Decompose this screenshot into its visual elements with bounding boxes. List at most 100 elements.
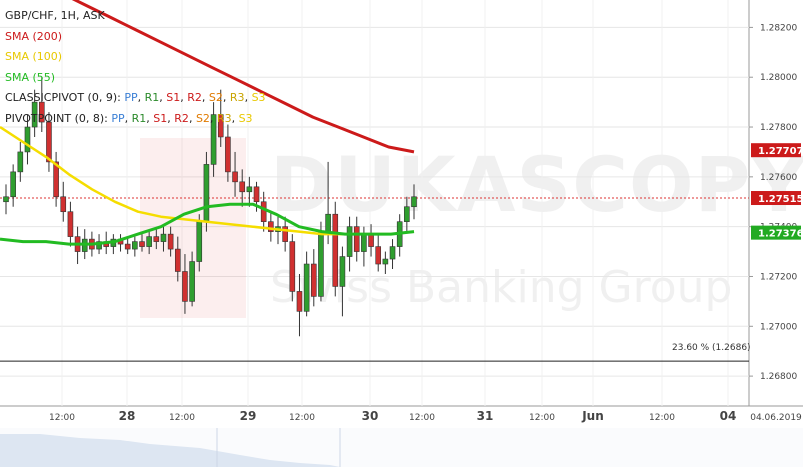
price-label-text: 1.27515 xyxy=(758,194,803,205)
candle-up xyxy=(389,246,396,260)
candle-up xyxy=(160,233,167,242)
candle-down xyxy=(260,201,267,222)
classic-pivot-name-r3: R3 xyxy=(229,91,245,104)
pivot-point-name-s3: S3 xyxy=(238,111,253,125)
x-tick-label: 04.06.2019 xyxy=(750,413,802,423)
candle-down xyxy=(353,226,360,252)
candle-down xyxy=(310,263,317,297)
x-tick-label: Jun xyxy=(581,409,604,423)
candle-down xyxy=(139,241,145,247)
pivot-point-name-r2: R2 xyxy=(174,111,189,125)
candle-down xyxy=(368,233,374,247)
candle-down xyxy=(67,211,74,237)
x-tick-label: 12:00 xyxy=(289,413,315,423)
classic-pivot-name-s3: S3 xyxy=(251,91,266,104)
candle-down xyxy=(296,291,303,312)
y-tick-label: 1.27000 xyxy=(760,322,797,332)
legend-symbol: GBP/CHF, 1H, ASK xyxy=(5,9,105,22)
chart-legend: GBP/CHF, 1H, ASK SMA (200) SMA (100) SMA… xyxy=(5,6,266,129)
legend-separator: , xyxy=(244,91,252,104)
candle-down xyxy=(124,243,131,250)
legend-sma55[interactable]: SMA (55) xyxy=(5,68,266,89)
candle-up xyxy=(196,221,203,262)
x-tick-label: 12:00 xyxy=(49,413,75,423)
pivot-point-name-r3: R3 xyxy=(216,111,232,125)
legend-classic-pivot[interactable]: CLASSICPIVOT (0, 9): PP, R1, S1, R2, S2,… xyxy=(5,88,266,109)
candle-up xyxy=(303,263,310,312)
price-label-text: 1.27376 xyxy=(758,229,803,240)
x-tick-label: 30 xyxy=(362,409,379,423)
candle-up xyxy=(17,151,24,173)
candle-down xyxy=(232,171,238,183)
x-tick-label: 04 xyxy=(720,409,737,423)
candle-down xyxy=(289,241,296,292)
price-label-text: 1.27707 xyxy=(758,146,803,157)
legend-separator: , xyxy=(188,111,196,125)
legend-separator: , xyxy=(137,91,145,104)
candle-up xyxy=(146,236,152,247)
legend-separator: , xyxy=(231,111,239,125)
chart-window: DUKASCOPY Swiss Banking Group 1.26800 1.2… xyxy=(0,0,803,467)
x-tick-label: 28 xyxy=(119,409,136,423)
x-tick-label: 12:00 xyxy=(409,413,435,423)
candle-up xyxy=(24,126,31,153)
candle-up xyxy=(404,206,410,222)
classic-pivot-name-s1: S1 xyxy=(166,91,181,104)
x-tick-label: 12:00 xyxy=(529,413,555,423)
legend-separator: , xyxy=(222,91,230,104)
candle-up xyxy=(411,196,417,208)
candle-down xyxy=(174,248,181,272)
candle-down xyxy=(268,221,274,232)
candle-up xyxy=(346,226,353,257)
classic-pivot-names: PP, R1, S1, R2, S2, R3, S3 xyxy=(124,91,265,104)
candle-down xyxy=(375,246,382,265)
pivot-point-name-r1: R1 xyxy=(131,111,147,125)
y-tick-label: 1.28200 xyxy=(760,23,797,33)
candle-up xyxy=(3,196,9,203)
classic-pivot-name-r1: R1 xyxy=(144,91,160,104)
candle-up xyxy=(325,213,331,232)
classic-pivot-prefix: CLASSICPIVOT (0, 9): xyxy=(5,91,121,104)
pivot-point-prefix: PIVOTPOINT (0, 8): xyxy=(5,111,108,125)
x-tick-label: 29 xyxy=(240,409,257,423)
x-tick-label: 12:00 xyxy=(649,413,675,423)
legend-sma200[interactable]: SMA (200) xyxy=(5,27,266,48)
legend-pivot-point[interactable]: PIVOTPOINT (0, 8): PP, R1, S1, R2, S2, R… xyxy=(5,109,266,130)
y-tick-label: 1.28000 xyxy=(760,73,797,83)
candle-down xyxy=(253,186,260,203)
candle-up xyxy=(189,261,195,302)
candle-up xyxy=(203,164,210,222)
candle-down xyxy=(167,233,174,250)
candle-up xyxy=(361,233,367,252)
legend-separator: , xyxy=(201,91,209,104)
candle-down xyxy=(60,196,67,213)
classic-pivot-name-s2: S2 xyxy=(208,91,223,104)
y-tick-label: 1.27600 xyxy=(760,173,797,183)
legend-separator: , xyxy=(124,111,132,125)
pivot-point-name-s1: S1 xyxy=(153,111,168,125)
y-tick-label: 1.26800 xyxy=(760,372,797,382)
fib-level-label: 23.60 % (1.2686) xyxy=(672,343,751,353)
pivot-point-names: PP, R1, S1, R2, S2, R3, S3 xyxy=(111,112,252,125)
candle-down xyxy=(239,181,246,193)
y-tick-label: 1.27200 xyxy=(760,272,797,282)
candle-down xyxy=(182,271,188,302)
legend-separator: , xyxy=(209,111,217,125)
pivot-point-name-pp: PP xyxy=(111,111,125,125)
candle-down xyxy=(332,213,339,287)
x-tick-label: 31 xyxy=(477,409,494,423)
candle-up xyxy=(10,171,16,198)
candle-up xyxy=(339,256,346,287)
pivot-point-name-s2: S2 xyxy=(195,111,210,125)
candle-up xyxy=(132,241,138,250)
candle-up xyxy=(246,186,253,193)
candle-down xyxy=(153,236,160,242)
x-tick-label: 12:00 xyxy=(169,413,195,423)
classic-pivot-name-pp: PP xyxy=(124,91,138,104)
candle-down xyxy=(225,136,231,173)
candle-up xyxy=(318,231,324,297)
candle-up xyxy=(382,258,389,265)
classic-pivot-name-r2: R2 xyxy=(187,91,202,104)
legend-sma100[interactable]: SMA (100) xyxy=(5,47,266,68)
y-tick-label: 1.27800 xyxy=(760,123,797,133)
